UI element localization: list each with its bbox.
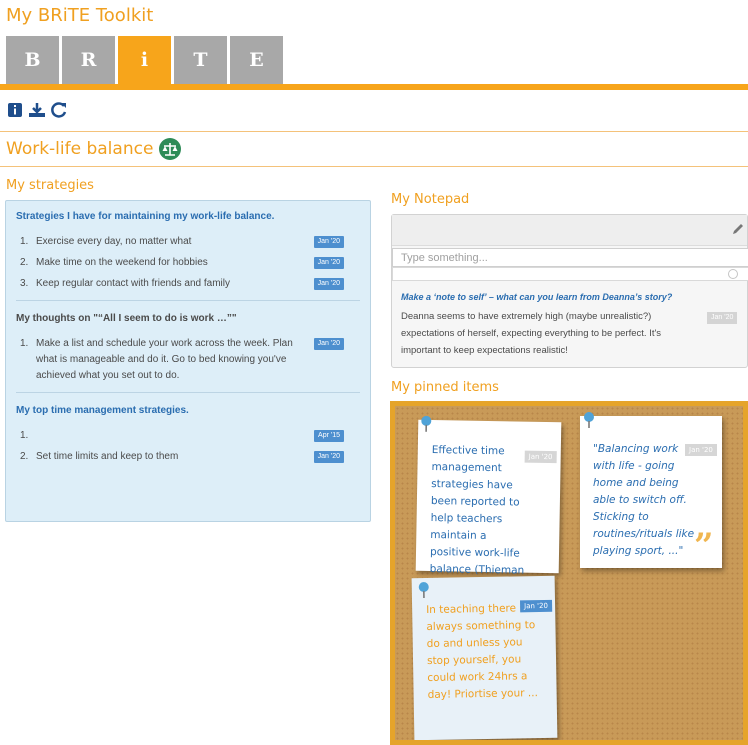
date-badge: Jan '20 xyxy=(313,451,344,463)
pencil-icon[interactable] xyxy=(731,222,745,236)
date-badge: Jan '20 xyxy=(524,450,557,464)
pinned-note-text: In teaching there is always something to… xyxy=(426,602,538,701)
note-body: Deanna seems to have extremely high (may… xyxy=(401,311,662,356)
divider-section xyxy=(0,166,748,167)
note-input-footer xyxy=(392,267,748,281)
item-text xyxy=(36,428,306,444)
section-title-text: Work-life balance xyxy=(6,139,154,159)
strategies-panel: Strategies I have for maintaining my wor… xyxy=(5,200,371,522)
tab-r[interactable]: R xyxy=(62,36,115,84)
toolbar xyxy=(6,101,68,119)
circle-icon[interactable] xyxy=(728,269,738,279)
date-badge: Apr '15 xyxy=(314,430,344,442)
item-number: 2. xyxy=(20,257,29,268)
date-badge: Jan '20 xyxy=(313,338,344,350)
tab-bar: B R i T E xyxy=(6,36,283,84)
date-badge: Jan '20 xyxy=(313,278,344,290)
date-badge: Jan '20 xyxy=(313,236,344,248)
list-item: 3. Keep regular contact with friends and… xyxy=(16,276,360,292)
strategy-group-title: Strategies I have for maintaining my wor… xyxy=(16,211,275,222)
item-text: Keep regular contact with friends and fa… xyxy=(36,278,230,289)
strategy-group-title: My thoughts on "“All I seem to do is wor… xyxy=(16,313,237,324)
balance-scale-icon xyxy=(159,138,182,160)
app-title: My BRiTE Toolkit xyxy=(6,5,154,26)
tab-i[interactable]: i xyxy=(118,36,171,84)
item-number: 2. xyxy=(20,451,29,462)
date-badge: Jan '20 xyxy=(313,257,344,269)
tab-t[interactable]: T xyxy=(174,36,227,84)
notepad-header xyxy=(392,215,747,246)
quote-icon: ” xyxy=(694,526,714,566)
date-badge: Jan '20 xyxy=(519,599,553,613)
pinned-note[interactable]: "Balancing work with life - going home a… xyxy=(580,412,722,568)
item-number: 1. xyxy=(20,236,29,247)
pinned-note[interactable]: In teaching there is always something to… xyxy=(411,575,558,740)
notepad-heading: My Notepad xyxy=(391,192,470,207)
pinned-heading: My pinned items xyxy=(391,380,499,395)
pushpin-icon xyxy=(583,412,595,428)
strategy-group-title: My top time management strategies. xyxy=(16,405,189,416)
tab-e[interactable]: E xyxy=(230,36,283,84)
item-text: Make time on the weekend for hobbies xyxy=(36,257,208,268)
list-item: 2. Make time on the weekend for hobbies … xyxy=(16,255,360,271)
section-title: Work-life balance xyxy=(6,138,182,160)
list-item: 1. Exercise every day, no matter what Ja… xyxy=(16,234,360,250)
strategies-heading: My strategies xyxy=(6,178,94,193)
pinned-note-text: "Balancing work with life - going home a… xyxy=(593,443,695,557)
item-number: 3. xyxy=(20,278,29,289)
tab-b[interactable]: B xyxy=(6,36,59,84)
item-text: Make a list and schedule your work acros… xyxy=(36,338,293,381)
info-icon[interactable] xyxy=(6,101,24,119)
cork-board: Effective time management strategies hav… xyxy=(390,401,748,745)
pushpin-icon xyxy=(420,415,432,432)
item-number: 1. xyxy=(20,338,29,349)
item-text: Set time limits and keep to them xyxy=(36,451,179,462)
item-number: 1. xyxy=(20,430,29,441)
refresh-icon[interactable] xyxy=(50,101,68,119)
note-input[interactable] xyxy=(392,248,748,267)
date-badge: Jan '20 xyxy=(707,312,738,324)
note-prompt: Make a ‘note to self’ – what can you lea… xyxy=(401,292,673,302)
tab-underline xyxy=(0,84,748,90)
download-icon[interactable] xyxy=(28,101,46,119)
list-item: 2. Set time limits and keep to them Jan … xyxy=(16,449,360,465)
pinned-note[interactable]: Effective time management strategies hav… xyxy=(415,415,562,592)
pinned-note-text: Effective time management strategies hav… xyxy=(429,444,525,592)
group-divider xyxy=(16,392,360,393)
list-item: 1. Apr '15 xyxy=(16,428,360,444)
list-item: 1. Make a list and schedule your work ac… xyxy=(16,336,360,384)
date-badge: Jan '20 xyxy=(685,444,717,456)
item-text: Exercise every day, no matter what xyxy=(36,236,192,247)
notepad-panel: Make a ‘note to self’ – what can you lea… xyxy=(391,214,748,368)
divider-top xyxy=(0,131,748,132)
pushpin-icon xyxy=(418,582,430,599)
group-divider xyxy=(16,300,360,301)
